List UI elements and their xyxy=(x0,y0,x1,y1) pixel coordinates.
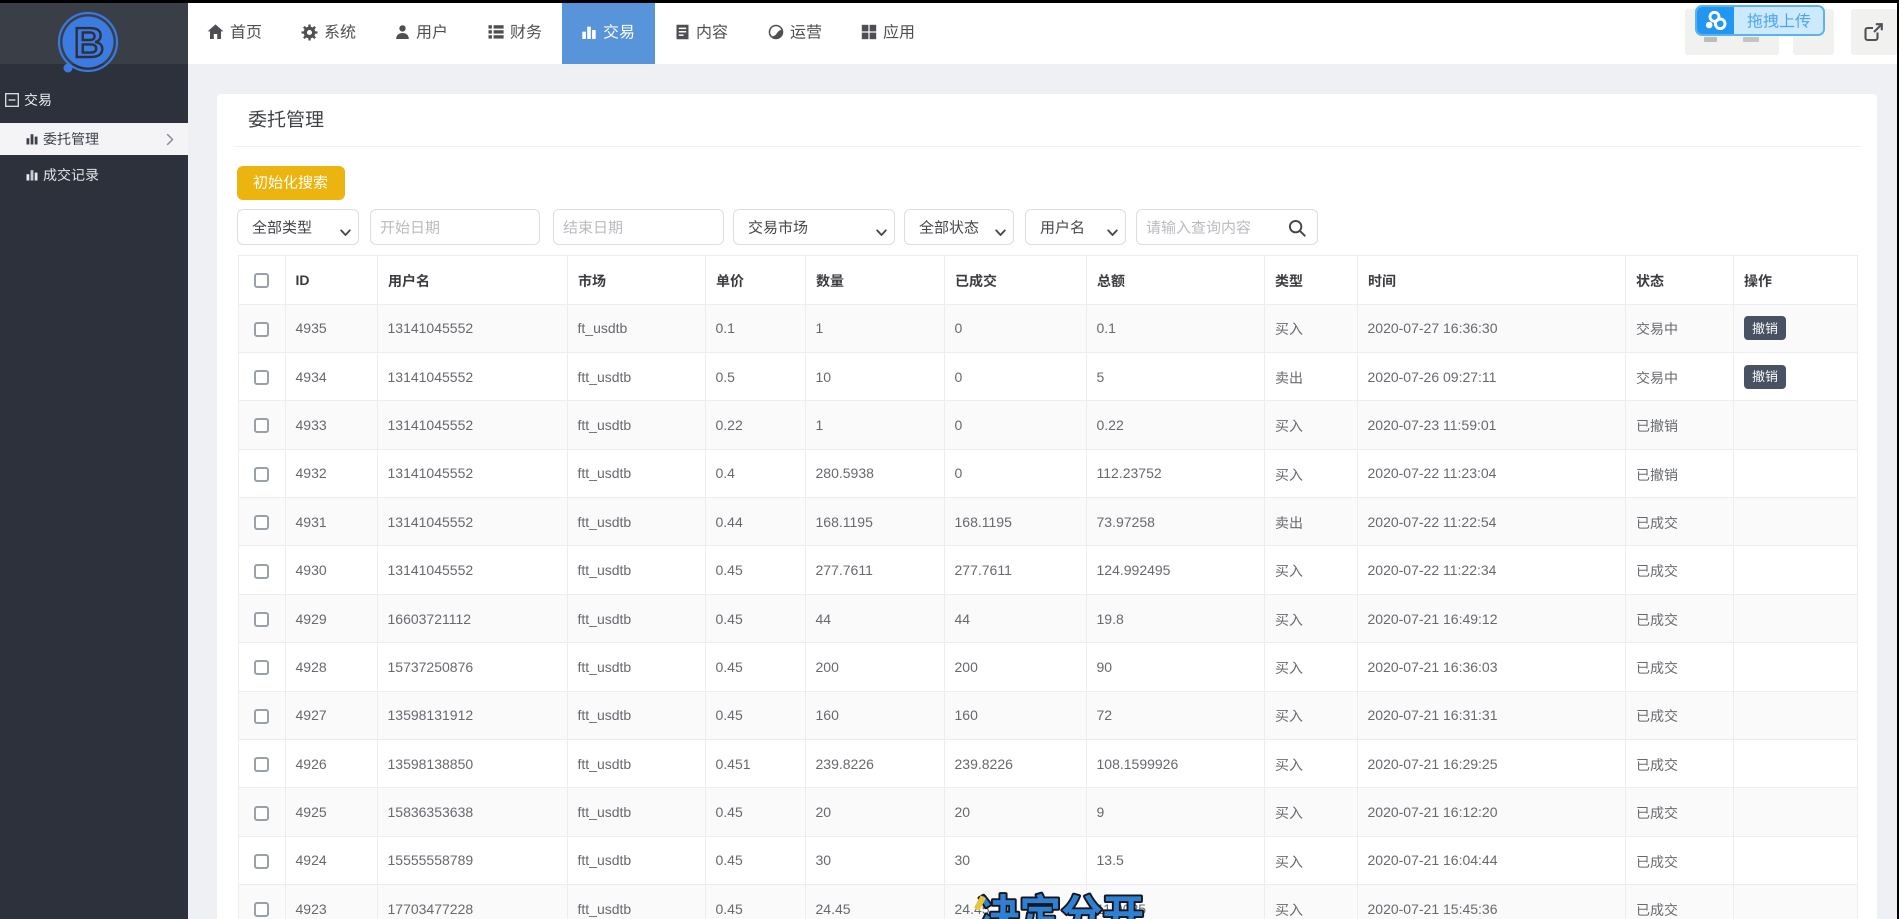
svg-text:B: B xyxy=(74,19,104,66)
